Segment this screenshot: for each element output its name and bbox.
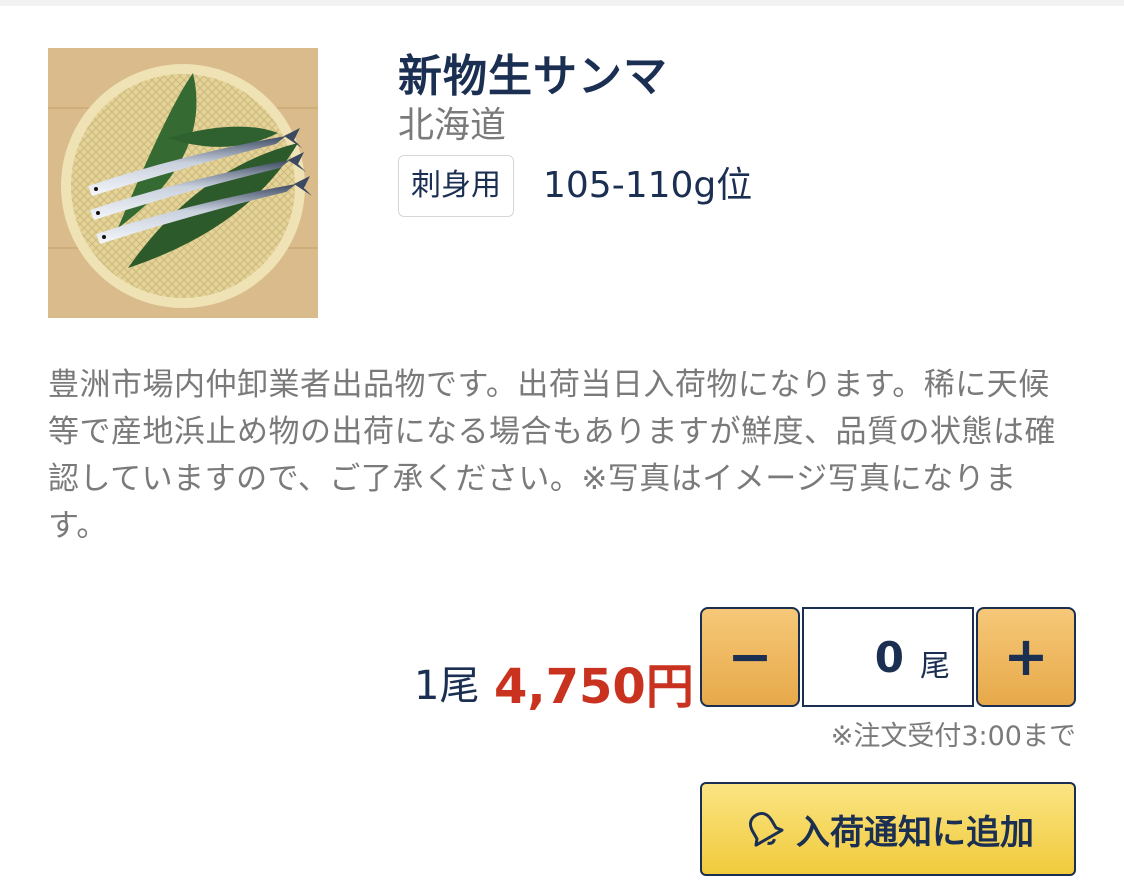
- usage-tag: 刺身用: [398, 155, 514, 217]
- product-description: 豊洲市場内仲卸業者出品物です。出荷当日入荷物になります。稀に天候等で産地浜止め物…: [48, 367, 1056, 544]
- bell-icon: [749, 812, 784, 847]
- quantity-increase-button[interactable]: +: [976, 607, 1076, 707]
- top-divider: [0, 0, 1124, 6]
- product-name: 新物生サンマ: [398, 51, 668, 102]
- product-image: [48, 48, 318, 318]
- sanma-photo-icon: [48, 48, 318, 318]
- quantity-unit: 尾: [920, 649, 950, 684]
- product-detail-page: 新物生サンマ 北海道 刺身用 105-110g位 豊洲市場内仲卸業者出品物です。…: [0, 0, 1124, 892]
- notify-button-label: 入荷通知に追加: [796, 812, 1034, 853]
- product-origin: 北海道: [398, 105, 507, 146]
- quantity-decrease-button[interactable]: −: [700, 607, 800, 707]
- price-unit: 1尾: [414, 663, 480, 709]
- plus-icon: +: [1003, 625, 1049, 688]
- quantity-input[interactable]: 0 尾: [802, 607, 974, 707]
- price-amount: 4,750円: [494, 659, 694, 715]
- add-arrival-notification-button[interactable]: 入荷通知に追加: [700, 782, 1076, 876]
- quantity-value: 0: [874, 633, 904, 682]
- minus-icon: −: [727, 625, 773, 688]
- product-size: 105-110g位: [543, 165, 753, 206]
- order-deadline-note: ※注文受付3:00まで: [830, 721, 1076, 752]
